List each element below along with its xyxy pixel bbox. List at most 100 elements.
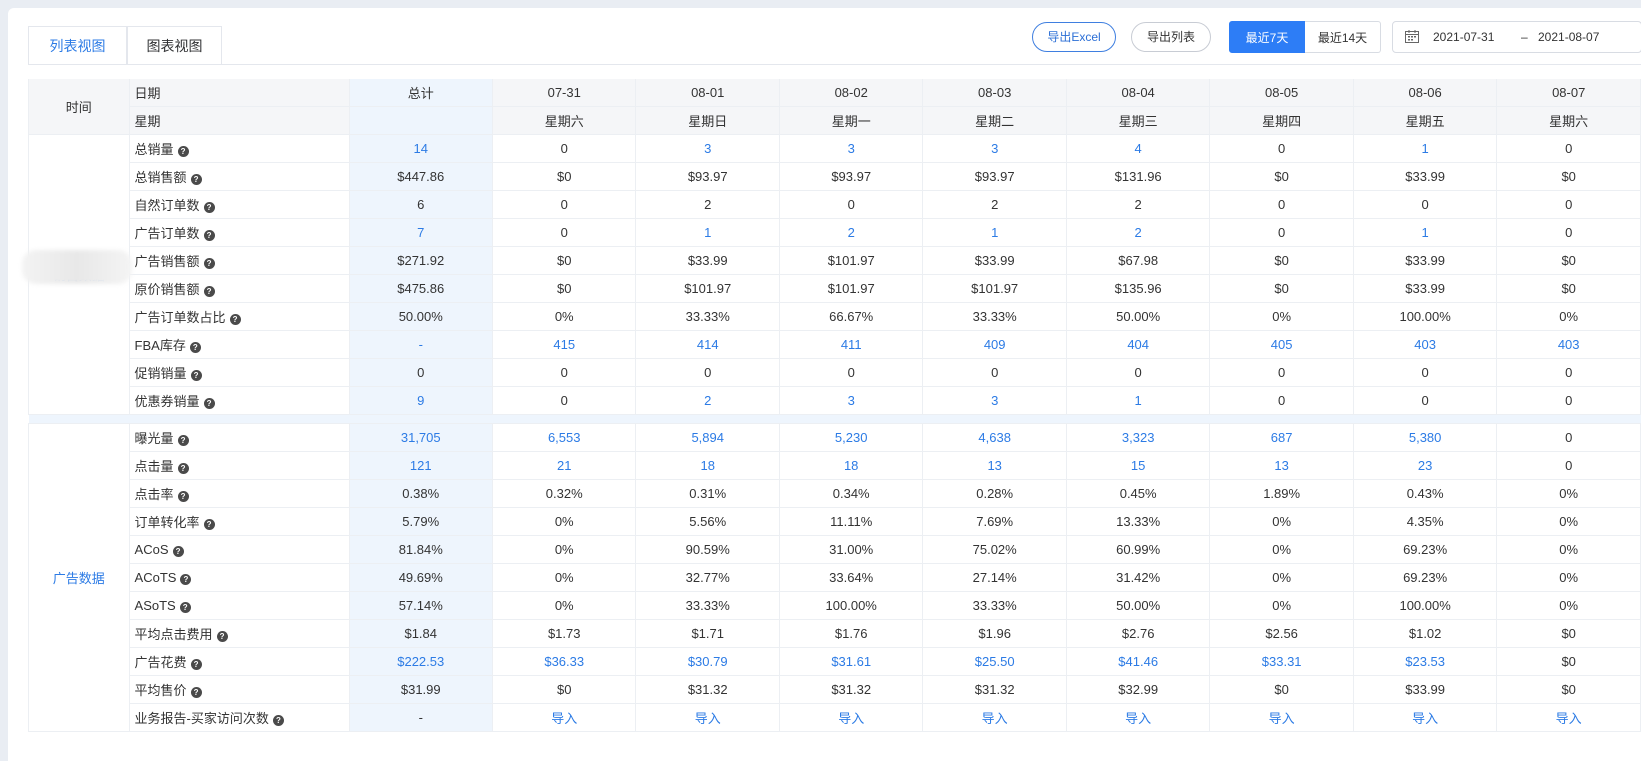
tab-list-view[interactable]: 列表视图	[28, 26, 127, 64]
value-cell[interactable]: $30.79	[635, 647, 780, 676]
total-cell[interactable]: -	[349, 330, 493, 359]
value-cell[interactable]: 1	[1353, 134, 1498, 163]
metric-label: 曝光量?	[129, 423, 350, 452]
help-icon[interactable]: ?	[272, 715, 284, 726]
value-cell[interactable]: 4,638	[922, 423, 1067, 452]
help-icon[interactable]: ?	[190, 370, 202, 381]
value-cell: 0%	[1496, 507, 1641, 536]
value-cell[interactable]: 409	[922, 330, 1067, 359]
help-icon[interactable]: ?	[203, 286, 215, 297]
value-cell[interactable]: 15	[1066, 451, 1211, 480]
help-icon[interactable]: ?	[203, 202, 215, 213]
value-cell[interactable]: 1	[635, 218, 780, 247]
help-icon[interactable]: ?	[190, 687, 202, 698]
value-cell[interactable]: 18	[779, 451, 924, 480]
value-cell[interactable]: 3	[779, 134, 924, 163]
range-14-days-button[interactable]: 最近14天	[1305, 21, 1381, 53]
help-icon[interactable]: ?	[190, 174, 202, 185]
value-cell[interactable]: 5,230	[779, 423, 924, 452]
value-cell: $0	[492, 162, 637, 191]
value-cell[interactable]: 403	[1353, 330, 1498, 359]
help-icon[interactable]: ?	[177, 463, 189, 474]
help-icon[interactable]: ?	[203, 230, 215, 241]
value-cell[interactable]: 2	[779, 218, 924, 247]
help-icon[interactable]: ?	[177, 435, 189, 446]
help-icon[interactable]: ?	[203, 258, 215, 269]
help-icon[interactable]: ?	[180, 574, 192, 585]
value-cell[interactable]: 13	[922, 451, 1067, 480]
export-excel-button[interactable]: 导出Excel	[1032, 22, 1116, 52]
value-cell[interactable]: 3	[922, 134, 1067, 163]
help-icon[interactable]: ?	[229, 314, 241, 325]
value-cell[interactable]: 5,894	[635, 423, 780, 452]
value-cell[interactable]: 1	[922, 218, 1067, 247]
range-7-days-button[interactable]: 最近7天	[1229, 21, 1305, 53]
value-cell[interactable]: 18	[635, 451, 780, 480]
value-cell[interactable]: 3	[922, 386, 1067, 415]
value-cell[interactable]: 导入	[635, 703, 780, 732]
total-cell[interactable]: $222.53	[349, 647, 493, 676]
value-cell: 0%	[492, 535, 637, 564]
value-cell[interactable]: 1	[1066, 386, 1211, 415]
value-cell[interactable]: $33.31	[1209, 647, 1354, 676]
value-cell[interactable]: $41.46	[1066, 647, 1211, 676]
tab-chart-view[interactable]: 图表视图	[127, 26, 222, 64]
value-cell[interactable]: 405	[1209, 330, 1354, 359]
value-cell[interactable]: $25.50	[922, 647, 1067, 676]
help-icon[interactable]: ?	[203, 519, 215, 530]
help-icon[interactable]: ?	[216, 631, 228, 642]
help-icon[interactable]: ?	[190, 659, 202, 670]
total-cell[interactable]: 121	[349, 451, 493, 480]
value-cell[interactable]: 导入	[922, 703, 1067, 732]
value-cell: $33.99	[1353, 246, 1498, 275]
start-date[interactable]: 2021-07-31	[1433, 30, 1494, 44]
value-cell[interactable]: 23	[1353, 451, 1498, 480]
total-cell[interactable]: 7	[349, 218, 493, 247]
value-cell[interactable]: $31.61	[779, 647, 924, 676]
value-cell[interactable]: $23.53	[1353, 647, 1498, 676]
value-cell: $0	[1209, 675, 1354, 704]
help-icon[interactable]: ?	[177, 146, 189, 157]
export-list-button[interactable]: 导出列表	[1131, 22, 1211, 52]
value-cell[interactable]: 404	[1066, 330, 1211, 359]
metric-label: 促销销量?	[129, 358, 350, 387]
help-icon[interactable]: ?	[179, 602, 191, 613]
value-cell[interactable]: 4	[1066, 134, 1211, 163]
value-cell[interactable]: 2	[1066, 218, 1211, 247]
value-cell[interactable]: 403	[1496, 330, 1641, 359]
value-cell[interactable]: 导入	[779, 703, 924, 732]
value-cell[interactable]: 2	[635, 386, 780, 415]
value-cell[interactable]: 导入	[1496, 703, 1641, 732]
total-cell[interactable]: 31,705	[349, 423, 493, 452]
value-cell: 0	[1496, 386, 1641, 415]
value-cell[interactable]: 3,323	[1066, 423, 1211, 452]
value-cell: 0	[1496, 218, 1641, 247]
value-cell[interactable]: 导入	[492, 703, 637, 732]
value-cell[interactable]: 导入	[1353, 703, 1498, 732]
date-range-picker[interactable]: 2021-07-31 – 2021-08-07	[1392, 21, 1641, 53]
value-cell[interactable]: 5,380	[1353, 423, 1498, 452]
value-cell[interactable]: 6,553	[492, 423, 637, 452]
value-cell[interactable]: 687	[1209, 423, 1354, 452]
help-icon[interactable]: ?	[189, 342, 201, 353]
value-cell[interactable]: 411	[779, 330, 924, 359]
metric-label: 广告订单数?	[129, 218, 350, 247]
value-cell[interactable]: 21	[492, 451, 637, 480]
total-cell[interactable]: 14	[349, 134, 493, 163]
help-icon[interactable]: ?	[172, 546, 184, 557]
value-cell: 33.33%	[635, 302, 780, 331]
value-cell[interactable]: 1	[1353, 218, 1498, 247]
value-cell[interactable]: 13	[1209, 451, 1354, 480]
value-cell[interactable]: 3	[635, 134, 780, 163]
value-cell[interactable]: 导入	[1066, 703, 1211, 732]
value-cell[interactable]: 3	[779, 386, 924, 415]
help-icon[interactable]: ?	[203, 398, 215, 409]
value-cell: 0.45%	[1066, 479, 1211, 508]
value-cell[interactable]: 415	[492, 330, 637, 359]
total-cell[interactable]: 9	[349, 386, 493, 415]
help-icon[interactable]: ?	[177, 491, 189, 502]
value-cell[interactable]: 414	[635, 330, 780, 359]
end-date[interactable]: 2021-08-07	[1538, 30, 1599, 44]
value-cell[interactable]: $36.33	[492, 647, 637, 676]
value-cell[interactable]: 导入	[1209, 703, 1354, 732]
